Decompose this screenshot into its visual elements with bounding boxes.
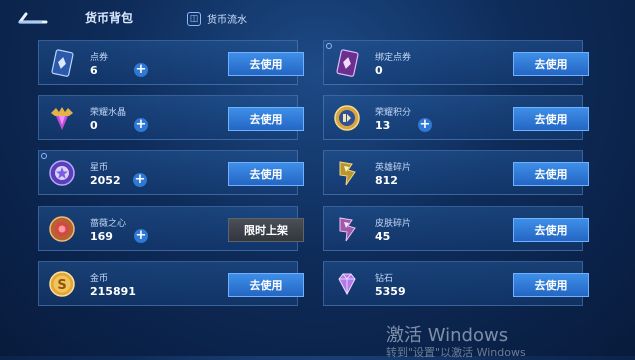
currency-value: 45: [375, 230, 391, 243]
currency-card-glory-points: 荣耀积分 13 + 去使用: [323, 95, 589, 140]
currency-value: 169: [90, 230, 113, 243]
currency-flow-tab[interactable]: ◫ 货币流水: [187, 11, 247, 26]
add-button[interactable]: +: [134, 118, 148, 132]
currency-label: 荣耀积分: [375, 108, 412, 118]
add-button[interactable]: +: [133, 173, 147, 187]
use-button[interactable]: 去使用: [228, 52, 304, 76]
svg-text:S: S: [57, 278, 66, 293]
currency-value: 6: [90, 64, 98, 77]
currency-label: 点券: [90, 53, 109, 63]
hero-fragment-icon: [339, 161, 356, 186]
currency-card-star-coin: 星币 2052 + 去使用: [38, 150, 304, 195]
top-bar: 货币背包 ◫ 货币流水: [0, 0, 635, 36]
bound-coupon-card-icon: [336, 49, 359, 77]
ledger-icon: ◫: [187, 11, 201, 26]
currency-card-hero-fragment: 英雄碎片 812 去使用: [323, 150, 589, 195]
currency-value: 5359: [375, 285, 406, 298]
currency-label: 英雄碎片: [375, 163, 412, 173]
use-button[interactable]: 去使用: [513, 218, 589, 242]
currency-card-coupon: 点券 6 + 去使用: [38, 40, 304, 85]
currency-value: 812: [375, 174, 398, 187]
currency-label: 钻石: [375, 274, 394, 284]
currency-value: 0: [90, 119, 98, 132]
currency-value: 2052: [90, 174, 121, 187]
windows-activation-hint: 转到"设置"以激活 Windows: [386, 346, 526, 359]
skin-fragment-icon: [339, 217, 356, 242]
currency-label: 荣耀水晶: [90, 108, 127, 118]
currency-label: 蔷薇之心: [90, 219, 127, 229]
currency-card-glory-crystal: 荣耀水晶 0 + 去使用: [38, 95, 304, 140]
currency-card-bound-coupon: 绑定点券 0 去使用: [323, 40, 589, 85]
currency-card-gold-coin: S 金币 215891 去使用: [38, 261, 304, 306]
coupon-card-icon: [51, 49, 74, 77]
use-button[interactable]: 去使用: [228, 162, 304, 186]
use-button[interactable]: 去使用: [513, 273, 589, 297]
add-button[interactable]: +: [418, 118, 432, 132]
add-button[interactable]: +: [134, 63, 148, 77]
currency-card-skin-fragment: 皮肤碎片 45 去使用: [323, 206, 589, 251]
currency-card-diamond: 钻石 5359 去使用: [323, 261, 589, 306]
currency-value: 13: [375, 119, 391, 132]
use-button[interactable]: 去使用: [513, 107, 589, 131]
currency-label: 星币: [90, 163, 109, 173]
limited-time-button[interactable]: 限时上架: [228, 218, 304, 242]
glory-crystal-icon: [51, 107, 73, 130]
use-button[interactable]: 去使用: [513, 162, 589, 186]
add-button[interactable]: +: [134, 229, 148, 243]
diamond-icon: [338, 273, 356, 296]
use-button[interactable]: 去使用: [513, 52, 589, 76]
gold-coin-icon: S: [49, 271, 75, 297]
star-coin-icon: [49, 160, 75, 186]
rose-heart-icon: [49, 216, 75, 242]
currency-value: 215891: [90, 285, 136, 298]
currency-label: 绑定点券: [375, 53, 412, 63]
page-title: 货币背包: [85, 11, 134, 25]
currency-value: 0: [375, 64, 383, 77]
currency-card-rose-heart: 蔷薇之心 169 + 限时上架: [38, 206, 304, 251]
use-button[interactable]: 去使用: [228, 107, 304, 131]
currency-label: 金币: [90, 274, 109, 284]
currency-flow-label: 货币流水: [207, 15, 247, 26]
currency-label: 皮肤碎片: [375, 219, 412, 229]
glory-points-icon: [334, 105, 360, 131]
use-button[interactable]: 去使用: [228, 273, 304, 297]
back-arrow-icon[interactable]: [12, 8, 48, 28]
